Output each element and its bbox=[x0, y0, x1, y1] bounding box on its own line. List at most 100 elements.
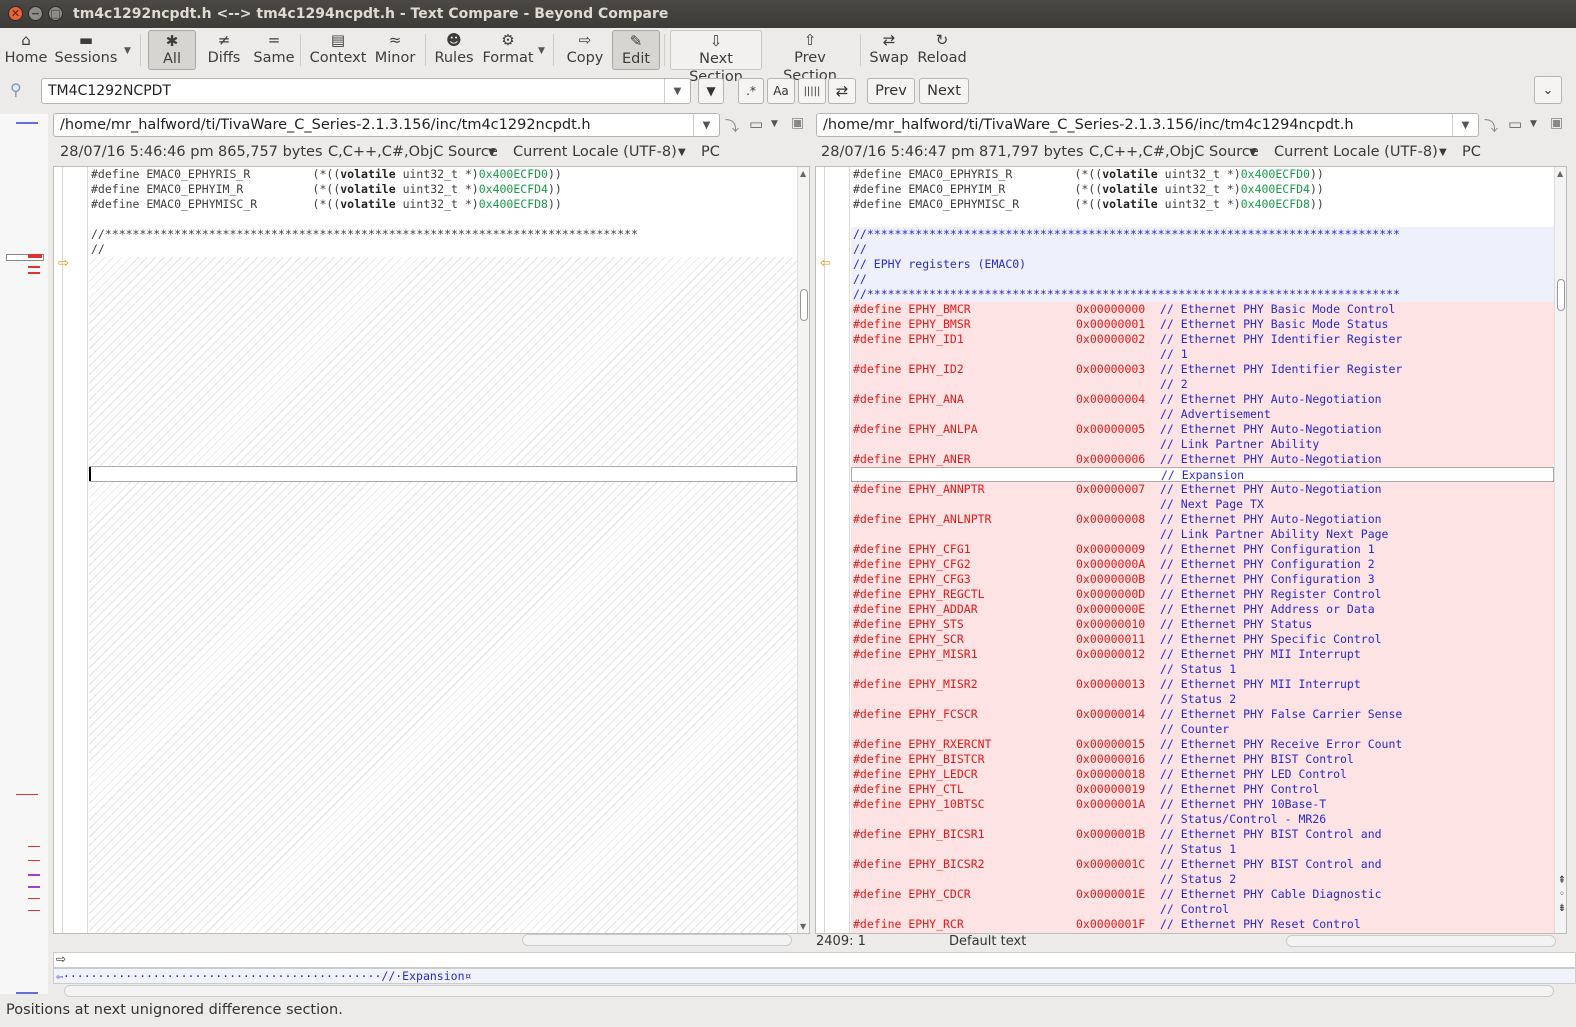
same-label: Same bbox=[253, 50, 295, 66]
define-comment: // Status 2 bbox=[1160, 692, 1237, 706]
match-case-button[interactable]: Aa bbox=[767, 78, 795, 104]
reload-label: Reload bbox=[917, 50, 967, 66]
left-open-folder-icon[interactable]: ▭ bbox=[749, 115, 763, 133]
define-comment: // Link Partner Ability bbox=[1160, 437, 1320, 451]
right-vertical-scrollbar[interactable]: ▲ bbox=[1554, 167, 1566, 933]
right-vscroll-thumb[interactable] bbox=[1557, 279, 1565, 311]
right-open-folder-icon[interactable]: ▭ bbox=[1508, 115, 1522, 133]
code-token: volatile bbox=[340, 182, 396, 196]
left-code-area[interactable]: #define EMAC0_EPHYRIS_R (*((volatile uin… bbox=[89, 167, 797, 933]
diffs-label: Diffs bbox=[207, 50, 241, 66]
left-gutter: ⇨ bbox=[54, 167, 88, 933]
right-text-pane[interactable]: ⇦ #define EMAC0_EPHYRIS_R (*((volatile u… bbox=[815, 166, 1567, 934]
close-window-button[interactable]: ✕ bbox=[8, 6, 23, 21]
left-format-dropdown-icon[interactable]: ▼ bbox=[488, 147, 496, 158]
right-horizontal-scrollbar[interactable] bbox=[1286, 935, 1556, 947]
right-line-ending[interactable]: PC bbox=[1462, 144, 1481, 160]
home-button[interactable]: ⌂ Home bbox=[4, 30, 48, 70]
left-save-icon[interactable]: ▣ bbox=[791, 115, 804, 131]
right-format-dropdown-icon[interactable]: ▼ bbox=[1249, 147, 1257, 158]
right-file-format[interactable]: C,C++,C#,ObjC Source bbox=[1089, 144, 1259, 160]
find-input[interactable]: TM4C1292NCPDT ▼ bbox=[41, 78, 691, 104]
left-text-pane[interactable]: ⇨ #define EMAC0_EPHYRIS_R (*((volatile u… bbox=[53, 166, 810, 934]
define-comment: // Link Partner Ability Next Page bbox=[1160, 527, 1389, 541]
find-bar-menu-icon[interactable]: ⌄ bbox=[1534, 76, 1562, 104]
cursor-position: 2409: 1 bbox=[816, 934, 866, 949]
find-history-dropdown-icon[interactable]: ▼ bbox=[664, 79, 690, 103]
regex-toggle-button[interactable]: .* bbox=[738, 78, 764, 104]
sessions-dropdown-icon[interactable]: ▼ bbox=[124, 46, 131, 56]
find-options-dropdown[interactable]: ▼ bbox=[698, 78, 724, 104]
define-name: #define EPHY_LEDCR bbox=[853, 767, 978, 781]
left-path-input[interactable]: /home/mr_halfword/ti/TivaWare_C_Series-2… bbox=[53, 113, 720, 137]
right-encoding-dropdown-icon[interactable]: ▼ bbox=[1439, 147, 1447, 158]
right-diff-line: // Status 2 bbox=[851, 692, 1554, 707]
whole-word-button[interactable]: ||||| bbox=[798, 78, 826, 104]
find-input-value: TM4C1292NCPDT bbox=[48, 83, 171, 99]
minor-button[interactable]: ≈ Minor bbox=[372, 30, 418, 70]
right-path-dropdown-icon[interactable]: ▼ bbox=[1452, 114, 1478, 136]
define-name: #define EPHY_STS bbox=[853, 617, 964, 631]
left-history-icon[interactable]: ⤵ bbox=[725, 116, 739, 136]
right-open-dropdown-icon[interactable]: ▼ bbox=[1530, 119, 1537, 129]
define-value: 0x0000001B bbox=[1076, 827, 1146, 841]
find-bar: ⚲ TM4C1292NCPDT ▼ ▼ .* Aa ||||| ⇄ Prev N… bbox=[0, 72, 1576, 110]
left-code-line: #define EMAC0_EPHYRIS_R (*((volatile uin… bbox=[89, 167, 797, 182]
right-file-encoding[interactable]: Current Locale (UTF-8) bbox=[1274, 144, 1438, 160]
define-comment: // Ethernet PHY Cable Diagnostic bbox=[1160, 887, 1382, 901]
line-details-scrollbar[interactable] bbox=[64, 985, 1554, 997]
diff-nav-arrows[interactable]: ⇞ ◦ ⇟ bbox=[1556, 874, 1568, 934]
prev-section-button[interactable]: ⇧ Prev Section bbox=[766, 30, 854, 84]
find-next-button[interactable]: Next bbox=[919, 78, 969, 104]
minimize-window-button[interactable]: − bbox=[28, 6, 43, 21]
reload-button[interactable]: ↻ Reload bbox=[916, 30, 968, 70]
right-diff-line: #define EPHY_LEDCR 0x00000018 // Ethernet … bbox=[851, 767, 1554, 782]
edit-button[interactable]: ✎ Edit bbox=[612, 30, 660, 70]
all-button[interactable]: ✱ All bbox=[148, 30, 196, 70]
right-diff-line: // Status 1 bbox=[851, 842, 1554, 857]
left-open-dropdown-icon[interactable]: ▼ bbox=[771, 119, 778, 129]
right-code-area[interactable]: #define EMAC0_EPHYRIS_R (*((volatile uin… bbox=[851, 167, 1554, 933]
replace-toggle-button[interactable]: ⇄ bbox=[828, 78, 856, 104]
define-comment: // Ethernet PHY Address or Data bbox=[1160, 602, 1375, 616]
diff-overview-map[interactable] bbox=[0, 114, 48, 994]
right-history-icon[interactable]: ⤵ bbox=[1484, 116, 1498, 136]
left-horizontal-scrollbar[interactable] bbox=[522, 934, 792, 946]
context-button[interactable]: ▤ Context bbox=[308, 30, 368, 70]
maximize-window-button[interactable]: □ bbox=[48, 6, 63, 21]
diffs-button[interactable]: ≠ Diffs bbox=[202, 30, 246, 70]
all-label: All bbox=[163, 51, 181, 67]
right-path-input[interactable]: /home/mr_halfword/ti/TivaWare_C_Series-2… bbox=[816, 113, 1479, 137]
left-code-line: #define EMAC0_EPHYMISC_R (*((volatile ui… bbox=[89, 197, 797, 212]
format-button[interactable]: ⚙ Format bbox=[480, 30, 536, 70]
right-comment-line: //**************************************… bbox=[851, 227, 1554, 242]
left-vertical-scrollbar[interactable]: ▲ ▼ bbox=[797, 167, 809, 933]
left-file-encoding[interactable]: Current Locale (UTF-8) bbox=[513, 144, 677, 160]
same-button[interactable]: = Same bbox=[252, 30, 296, 70]
right-diff-line: #define EPHY_10BTSC 0x0000001A // Ethernet… bbox=[851, 797, 1554, 812]
rules-button[interactable]: ☻ Rules bbox=[432, 30, 476, 70]
left-missing-lines-hatch bbox=[89, 482, 797, 933]
find-prev-button[interactable]: Prev bbox=[867, 78, 915, 104]
define-comment: // Ethernet PHY Auto-Negotiation bbox=[1160, 512, 1382, 526]
define-comment: // Ethernet PHY Control bbox=[1160, 782, 1320, 796]
define-value: 0x00000006 bbox=[1076, 452, 1146, 466]
define-comment: // Control bbox=[1160, 902, 1230, 916]
define-name: #define EPHY_BMSR bbox=[853, 317, 971, 331]
right-save-icon[interactable]: ▣ bbox=[1550, 115, 1563, 131]
sessions-button[interactable]: ▬ Sessions bbox=[54, 30, 118, 70]
left-encoding-dropdown-icon[interactable]: ▼ bbox=[678, 147, 686, 158]
left-path-dropdown-icon[interactable]: ▼ bbox=[693, 114, 719, 136]
left-line-ending[interactable]: PC bbox=[701, 144, 720, 160]
left-vscroll-thumb[interactable] bbox=[800, 289, 808, 321]
right-diff-line: #define EPHY_BICSR1 0x0000001B // Ethernet… bbox=[851, 827, 1554, 842]
format-dropdown-icon[interactable]: ▼ bbox=[538, 46, 545, 56]
right-path-value: /home/mr_halfword/ti/TivaWare_C_Series-2… bbox=[823, 117, 1354, 133]
swap-button[interactable]: ⇄ Swap bbox=[868, 30, 910, 70]
define-comment: // Expansion bbox=[1161, 468, 1245, 482]
copy-button[interactable]: ⇨ Copy bbox=[562, 30, 608, 70]
left-file-format[interactable]: C,C++,C#,ObjC Source bbox=[328, 144, 498, 160]
next-section-button[interactable]: ⇩ Next Section bbox=[670, 30, 762, 85]
diffs-icon: ≠ bbox=[217, 31, 231, 49]
right-diff-line: #define EPHY_CFG3 0x0000000B // Ethernet P… bbox=[851, 572, 1554, 587]
